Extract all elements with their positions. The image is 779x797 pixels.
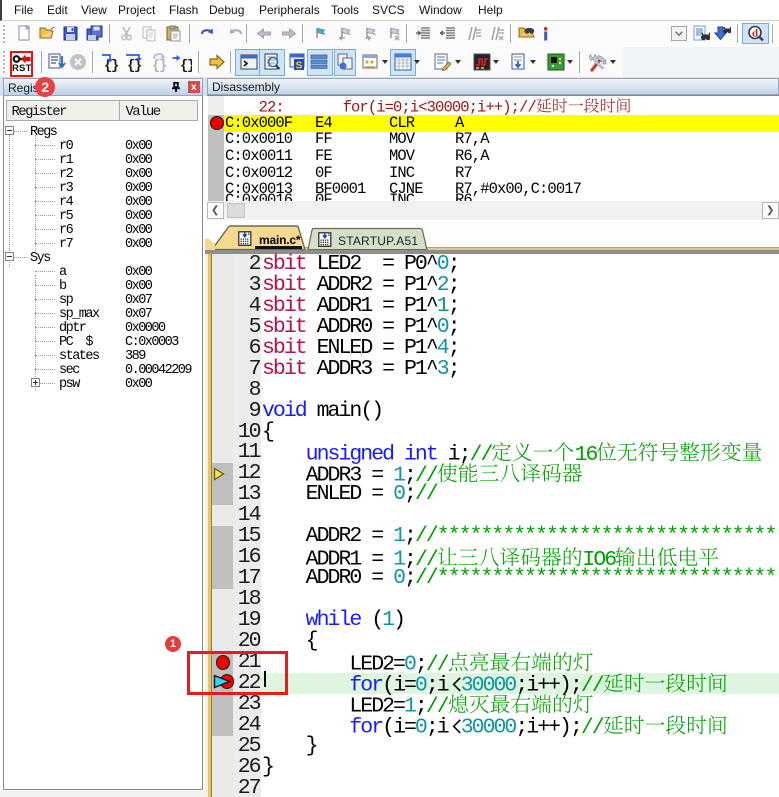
svg-text:d: d: [752, 28, 758, 40]
svg-text:{}: {}: [152, 58, 167, 72]
svg-text:S: S: [296, 61, 303, 72]
svg-text:{}: {}: [180, 58, 192, 72]
